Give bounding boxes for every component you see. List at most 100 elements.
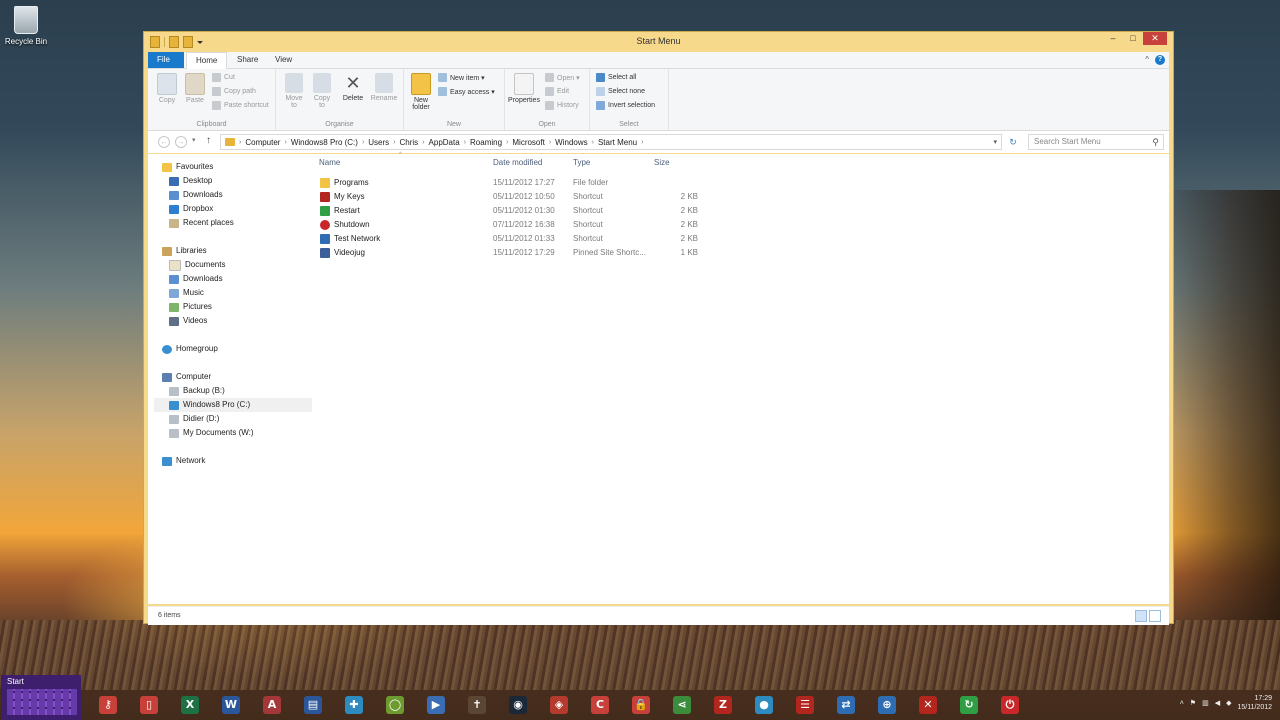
- copy-button[interactable]: Copy: [156, 73, 178, 104]
- taskbar-app-button[interactable]: 🔒: [623, 693, 659, 717]
- column-type[interactable]: Type: [573, 158, 590, 170]
- close-button[interactable]: ✕: [1143, 32, 1167, 45]
- delete-button[interactable]: ✕ Delete: [340, 73, 366, 102]
- app-tray-icon[interactable]: ◆: [1226, 699, 1231, 707]
- taskbar-app-button[interactable]: ◈: [541, 693, 577, 717]
- taskbar-app-button[interactable]: ◯: [377, 693, 413, 717]
- nav-recent-places[interactable]: Recent places: [169, 216, 234, 230]
- select-none-button[interactable]: Select none: [596, 87, 645, 96]
- taskbar-app-button[interactable]: X: [172, 693, 208, 717]
- taskbar-app-button[interactable]: Z: [705, 693, 741, 717]
- breadcrumb-roaming[interactable]: Roaming: [470, 138, 502, 147]
- large-icons-view-icon[interactable]: [1149, 610, 1161, 622]
- taskbar-app-button[interactable]: ✚: [336, 693, 372, 717]
- nav-lib-downloads[interactable]: Downloads: [169, 272, 223, 286]
- start-button[interactable]: Start: [1, 675, 81, 720]
- back-button[interactable]: ←: [158, 136, 170, 148]
- title-bar[interactable]: Start Menu – □ ✕: [144, 32, 1173, 52]
- refresh-icon[interactable]: ↻: [1006, 134, 1020, 150]
- flag-icon[interactable]: ⚑: [1190, 699, 1196, 707]
- file-row-videojug[interactable]: Videojug 15/11/2012 17:29 Pinned Site Sh…: [318, 246, 878, 260]
- breadcrumb-appdata[interactable]: AppData: [429, 138, 460, 147]
- minimize-ribbon-button[interactable]: ^: [1145, 55, 1149, 65]
- taskbar-app-button[interactable]: ☰: [787, 693, 823, 717]
- taskbar-app-button[interactable]: ⊕: [869, 693, 905, 717]
- nav-backup-drive[interactable]: Backup (B:): [169, 384, 225, 398]
- search-icon[interactable]: ⚲: [1152, 135, 1159, 149]
- copy-to-button[interactable]: Copy to: [310, 73, 334, 109]
- taskbar-app-button[interactable]: ⋖: [664, 693, 700, 717]
- copy-path-button[interactable]: Copy path: [212, 87, 256, 96]
- breadcrumb-users[interactable]: Users: [368, 138, 389, 147]
- file-row-test-network[interactable]: Test Network 05/11/2012 01:33 Shortcut 2…: [318, 232, 878, 246]
- address-dropdown-icon[interactable]: ▾: [993, 138, 997, 146]
- network-tray-icon[interactable]: ▥: [1202, 699, 1209, 707]
- breadcrumb-chris[interactable]: Chris: [400, 138, 419, 147]
- file-row-my-keys[interactable]: My Keys 05/11/2012 10:50 Shortcut 2 KB: [318, 190, 878, 204]
- tab-share[interactable]: Share: [228, 52, 267, 68]
- breadcrumb-drive[interactable]: Windows8 Pro (C:): [291, 138, 358, 147]
- volume-icon[interactable]: ◀: [1215, 699, 1220, 707]
- column-date-modified[interactable]: Date modified: [493, 158, 542, 170]
- recent-locations-icon[interactable]: ▾: [192, 136, 196, 144]
- forward-button[interactable]: →: [175, 136, 187, 148]
- file-row-restart[interactable]: Restart 05/11/2012 01:30 Shortcut 2 KB: [318, 204, 878, 218]
- cut-button[interactable]: Cut: [212, 73, 235, 82]
- nav-mydocs-drive[interactable]: My Documents (W:): [169, 426, 254, 440]
- move-to-button[interactable]: Move to: [282, 73, 306, 109]
- taskbar-app-button[interactable]: ↻: [951, 693, 987, 717]
- new-item-button[interactable]: New item ▾: [438, 73, 485, 82]
- breadcrumb-microsoft[interactable]: Microsoft: [512, 138, 544, 147]
- tab-view[interactable]: View: [266, 52, 301, 68]
- maximize-button[interactable]: □: [1123, 32, 1143, 45]
- taskbar-app-button[interactable]: C: [582, 693, 618, 717]
- history-button[interactable]: History: [545, 101, 579, 110]
- file-row-programs[interactable]: Programs 15/11/2012 17:27 File folder: [318, 176, 878, 190]
- details-view-icon[interactable]: [1135, 610, 1147, 622]
- taskbar-app-button[interactable]: ⏻: [992, 693, 1028, 717]
- nav-windows-drive[interactable]: Windows8 Pro (C:): [154, 398, 312, 412]
- taskbar-app-button[interactable]: ▶: [418, 693, 454, 717]
- search-input[interactable]: Search Start Menu ⚲: [1028, 134, 1164, 150]
- nav-libraries[interactable]: Libraries: [162, 244, 207, 258]
- tab-home[interactable]: Home: [186, 52, 228, 69]
- select-all-button[interactable]: Select all: [596, 73, 636, 82]
- nav-dropbox[interactable]: Dropbox: [169, 202, 213, 216]
- tab-file[interactable]: File: [148, 52, 184, 68]
- nav-computer[interactable]: Computer: [162, 370, 211, 384]
- taskbar-app-button[interactable]: ✝: [459, 693, 495, 717]
- new-folder-button[interactable]: New folder: [408, 73, 434, 111]
- column-size[interactable]: Size: [654, 158, 670, 170]
- clock[interactable]: 17:29 15/11/2012: [1237, 694, 1272, 712]
- help-button[interactable]: ?: [1155, 55, 1165, 65]
- breadcrumb-windows[interactable]: Windows: [555, 138, 587, 147]
- tray-expand-icon[interactable]: ˄: [1180, 700, 1184, 707]
- nav-music[interactable]: Music: [169, 286, 204, 300]
- nav-documents[interactable]: Documents: [169, 258, 225, 272]
- properties-button[interactable]: Properties: [507, 73, 541, 104]
- nav-didier-drive[interactable]: Didier (D:): [169, 412, 219, 426]
- taskbar-app-button[interactable]: ◉: [500, 693, 536, 717]
- address-bar[interactable]: › Computer › Windows8 Pro (C:) › Users › Ch…: [220, 134, 1002, 150]
- taskbar-app-button[interactable]: W: [213, 693, 249, 717]
- nav-homegroup[interactable]: Homegroup: [162, 342, 218, 356]
- breadcrumb-computer[interactable]: Computer: [245, 138, 280, 147]
- column-name[interactable]: Name: [319, 158, 340, 170]
- taskbar-app-button[interactable]: ⇄: [828, 693, 864, 717]
- nav-videos[interactable]: Videos: [169, 314, 207, 328]
- nav-network[interactable]: Network: [162, 454, 205, 468]
- taskbar-app-button[interactable]: ⚷: [90, 693, 126, 717]
- taskbar-app-button[interactable]: ✕: [910, 693, 946, 717]
- edit-button[interactable]: Edit: [545, 87, 569, 96]
- nav-favourites[interactable]: Favourites: [162, 160, 213, 174]
- paste-button[interactable]: Paste: [183, 73, 207, 104]
- nav-downloads[interactable]: Downloads: [169, 188, 223, 202]
- recycle-bin-desktop-icon[interactable]: Recycle Bin: [4, 6, 48, 46]
- invert-selection-button[interactable]: Invert selection: [596, 101, 655, 110]
- taskbar-app-button[interactable]: A: [254, 693, 290, 717]
- paste-shortcut-button[interactable]: Paste shortcut: [212, 101, 269, 110]
- file-row-shutdown[interactable]: Shutdown 07/11/2012 16:38 Shortcut 2 KB: [318, 218, 878, 232]
- taskbar-app-button[interactable]: ●: [746, 693, 782, 717]
- nav-desktop[interactable]: Desktop: [169, 174, 212, 188]
- taskbar-app-button[interactable]: ▯: [131, 693, 167, 717]
